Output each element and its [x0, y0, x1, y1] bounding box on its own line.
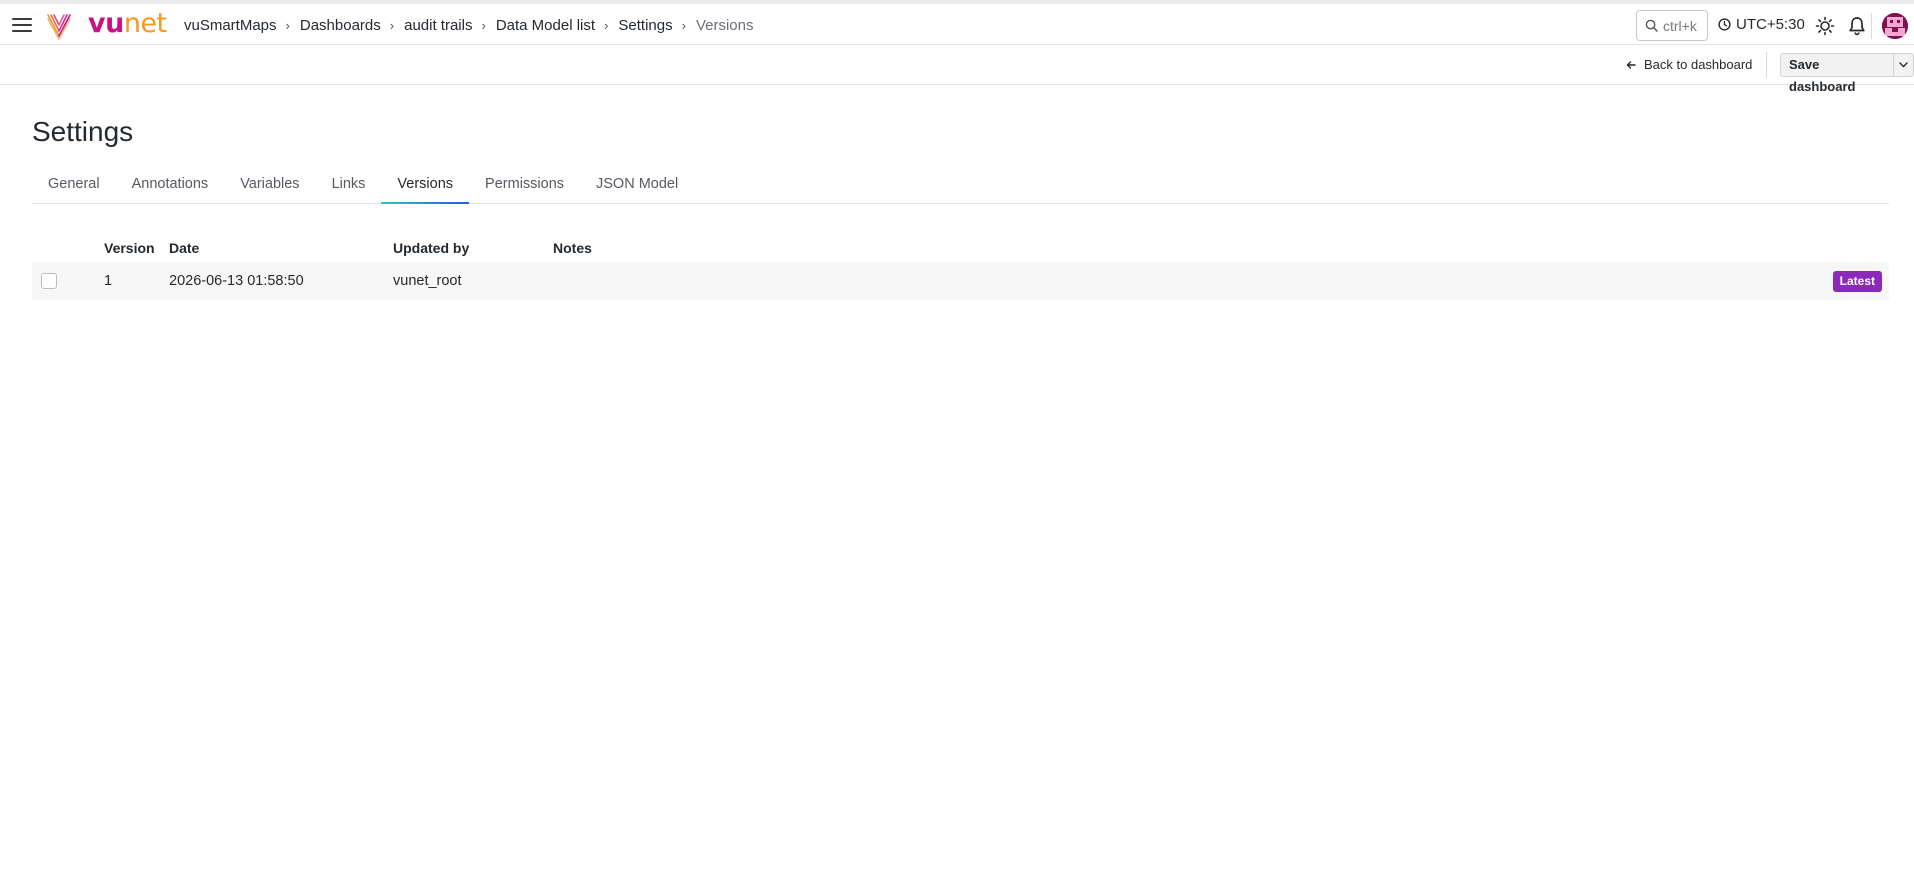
- header-divider: [1871, 13, 1872, 39]
- chevron-right-icon: ›: [681, 18, 686, 33]
- clock-icon: [1718, 18, 1731, 31]
- breadcrumb-data-model-list[interactable]: Data Model list: [496, 17, 595, 34]
- user-avatar-icon: [1882, 13, 1908, 39]
- page-title: Settings: [32, 116, 134, 147]
- breadcrumb-dashboards[interactable]: Dashboards: [300, 17, 381, 34]
- tab-annotations[interactable]: Annotations: [116, 169, 225, 203]
- versions-table: Version Date Updated by Notes 1 2026-06-…: [32, 234, 1889, 300]
- notifications-button[interactable]: [1846, 15, 1868, 37]
- version-updated-by: vunet_root: [393, 273, 462, 289]
- back-to-dashboard-button[interactable]: Back to dashboard: [1626, 57, 1752, 72]
- breadcrumb-audit-trails[interactable]: audit trails: [404, 17, 472, 34]
- version-date: 2026-06-13 01:58:50: [169, 273, 304, 289]
- theme-toggle-button[interactable]: [1814, 15, 1836, 37]
- settings-tabs: General Annotations Variables Links Vers…: [32, 169, 1889, 204]
- vunet-logo-text[interactable]: vunet: [88, 9, 167, 39]
- version-select-checkbox[interactable]: [41, 273, 57, 289]
- tab-links[interactable]: Links: [316, 169, 382, 203]
- chevron-right-icon: ›: [389, 18, 395, 33]
- logo-vu: vu: [88, 8, 124, 39]
- chevron-right-icon: ›: [285, 18, 290, 33]
- vunet-logo-icon[interactable]: [46, 12, 72, 40]
- save-options-dropdown[interactable]: [1894, 54, 1913, 76]
- dashboard-toolbar: Back to dashboard Save dashboard: [0, 45, 1914, 94]
- breadcrumb-vusmartmaps[interactable]: vuSmartMaps: [184, 17, 277, 34]
- logo-net: net: [123, 8, 167, 39]
- timezone-picker[interactable]: UTC+5:30: [1718, 16, 1805, 33]
- menu-icon[interactable]: [10, 13, 36, 37]
- column-header-version: Version: [104, 240, 155, 256]
- table-header: Version Date Updated by Notes: [32, 234, 1889, 262]
- breadcrumb-versions: Versions: [695, 17, 754, 34]
- column-header-updated-by: Updated by: [393, 240, 470, 256]
- tab-variables[interactable]: Variables: [224, 169, 315, 203]
- column-header-date: Date: [169, 240, 200, 256]
- table-row[interactable]: 1 2026-06-13 01:58:50 vunet_root Latest: [32, 262, 1889, 300]
- tab-general[interactable]: General: [32, 169, 116, 203]
- bell-icon: [1849, 17, 1865, 36]
- arrow-left-icon: [1626, 60, 1636, 69]
- avatar[interactable]: [1882, 13, 1908, 39]
- chevron-down-icon: [1899, 62, 1908, 68]
- sun-icon: [1815, 16, 1835, 36]
- tab-versions[interactable]: Versions: [381, 169, 469, 204]
- search-icon: [1645, 19, 1658, 32]
- search-shortcut: ctrl+k: [1663, 17, 1697, 34]
- tab-permissions[interactable]: Permissions: [469, 169, 580, 203]
- back-to-dashboard-label: Back to dashboard: [1644, 57, 1753, 72]
- breadcrumb: vuSmartMaps › Dashboards › audit trails …: [184, 17, 753, 34]
- top-navbar: vunet vuSmartMaps › Dashboards › audit t…: [0, 0, 1914, 45]
- chevron-right-icon: ›: [604, 18, 609, 33]
- search-button[interactable]: ctrl+k: [1636, 10, 1708, 41]
- save-dashboard-button[interactable]: Save dashboard: [1781, 54, 1894, 94]
- tab-json-model[interactable]: JSON Model: [580, 169, 694, 203]
- breadcrumb-settings[interactable]: Settings: [618, 17, 672, 34]
- latest-badge: Latest: [1832, 271, 1882, 292]
- version-number: 1: [104, 273, 113, 289]
- chevron-right-icon: ›: [481, 18, 486, 33]
- column-header-notes: Notes: [553, 240, 592, 256]
- toolbar-divider: [1766, 52, 1767, 78]
- save-dashboard-group: Save dashboard: [1780, 53, 1914, 94]
- timezone-label: UTC+5:30: [1736, 16, 1805, 33]
